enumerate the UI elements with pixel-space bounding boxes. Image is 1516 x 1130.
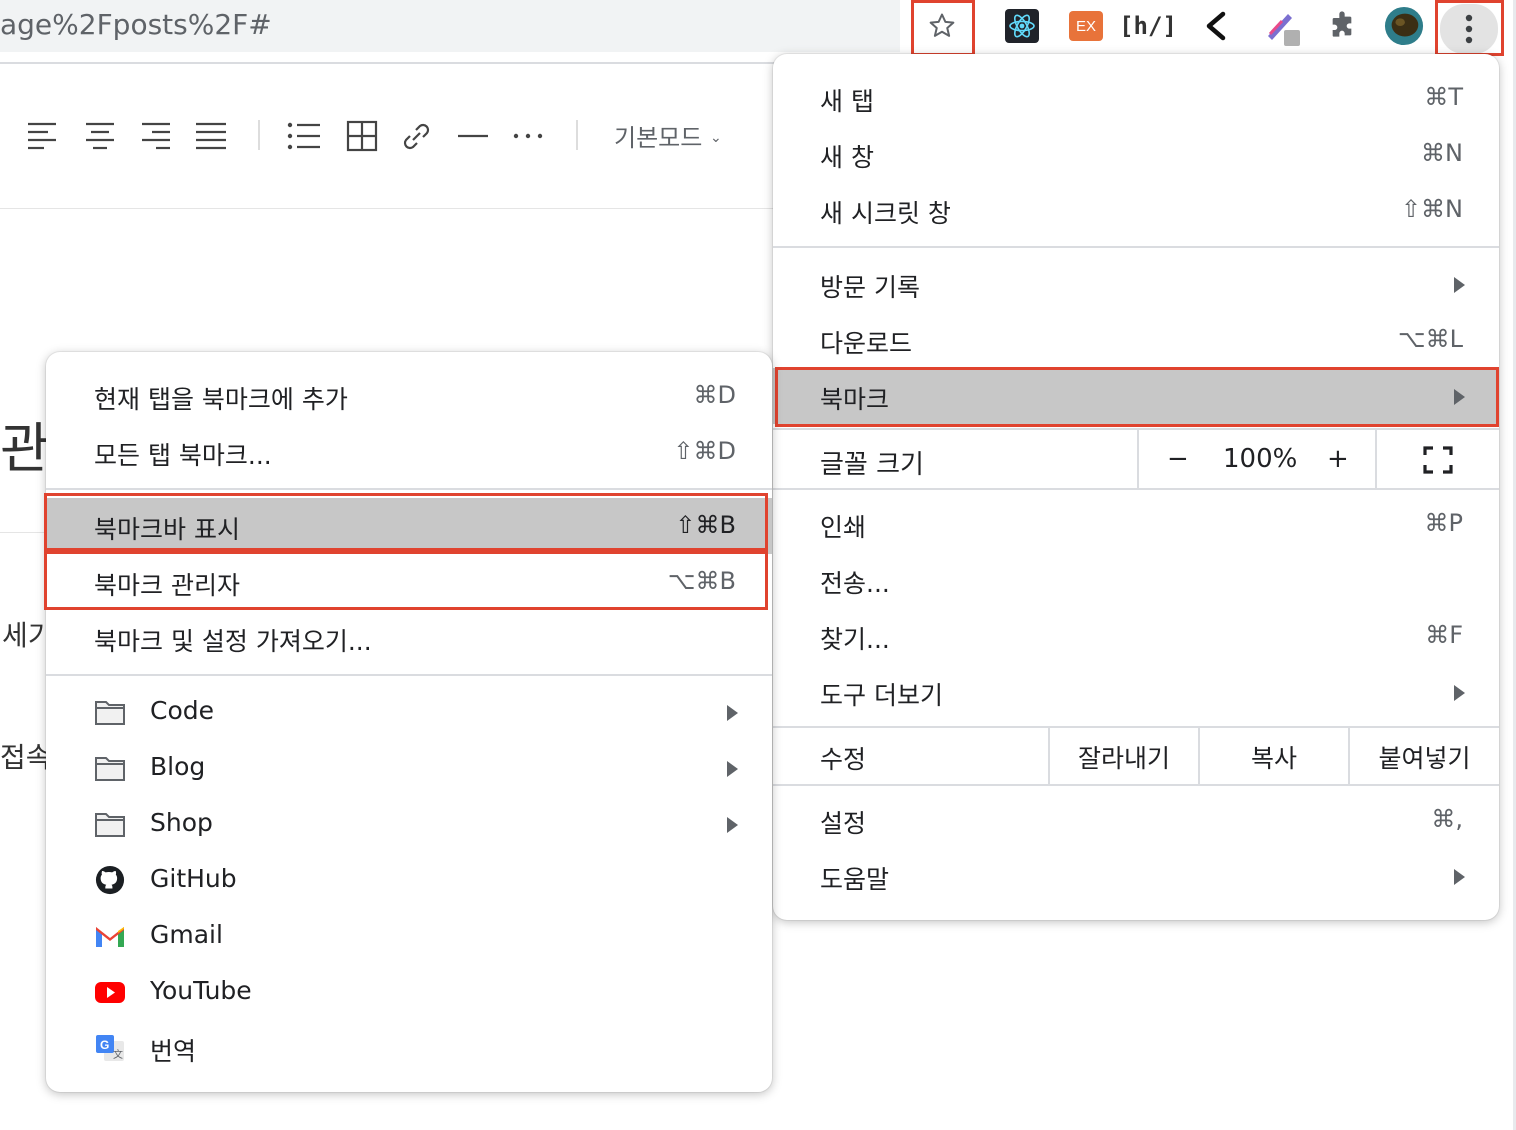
- table-icon[interactable]: [344, 118, 384, 154]
- menu-separator: [773, 784, 1499, 786]
- editor-divider: [0, 208, 775, 209]
- link-icon[interactable]: [398, 118, 438, 154]
- folder-icon: [95, 813, 125, 837]
- menu-item-bookmark-all-tabs[interactable]: 모든 탭 북마크... ⇧⌘D: [46, 424, 772, 480]
- zoom-row: 글꼴 크기 − 100% +: [773, 430, 1499, 490]
- address-bar-url: age%2Fposts%2F#: [0, 8, 272, 41]
- annotation-box-show-bookmarks-bar: [44, 493, 768, 551]
- menu-separator: [46, 674, 772, 676]
- menu-item-bookmark-this-tab[interactable]: 현재 탭을 북마크에 추가 ⌘D: [46, 368, 772, 424]
- menu-item-new-window[interactable]: 새 창 ⌘N: [773, 126, 1499, 182]
- align-right-icon[interactable]: [138, 118, 178, 154]
- bookmarks-submenu: 현재 탭을 북마크에 추가 ⌘D 모든 탭 북마크... ⇧⌘D 북마크바 표시…: [46, 352, 772, 1092]
- annotation-box-menu: [1435, 0, 1504, 56]
- paste-button[interactable]: 붙여넣기: [1348, 728, 1499, 786]
- toolbar-separator: [258, 120, 260, 150]
- menu-item-settings[interactable]: 설정 ⌘,: [773, 792, 1499, 848]
- bullet-list-icon[interactable]: [286, 118, 326, 154]
- menu-item-new-incognito-window[interactable]: 새 시크릿 창 ⇧⌘N: [773, 182, 1499, 238]
- ex-extension-icon[interactable]: EX: [1066, 6, 1106, 46]
- github-icon: [95, 865, 125, 895]
- profile-avatar[interactable]: [1384, 6, 1424, 46]
- submenu-arrow-icon: [1454, 685, 1465, 701]
- toolbar-divider: [0, 62, 775, 64]
- content-text-fragment: 접속: [0, 741, 52, 774]
- menu-item-downloads[interactable]: 다운로드 ⌥⌘L: [773, 312, 1499, 368]
- bookmark-folder-blog[interactable]: Blog: [46, 740, 772, 796]
- menu-item-find[interactable]: 찾기... ⌘F: [773, 608, 1499, 664]
- gmail-icon: [96, 927, 124, 947]
- menu-item-import-bookmarks[interactable]: 북마크 및 설정 가져오기...: [46, 610, 772, 666]
- annotation-box-bookmark-manager: [44, 551, 768, 610]
- svg-text:G: G: [100, 1038, 109, 1052]
- browser-toolbar: age%2Fposts%2F# EX [h/]: [0, 0, 1516, 56]
- menu-item-more-tools[interactable]: 도구 더보기: [773, 664, 1499, 720]
- edit-label: 수정: [820, 745, 867, 774]
- edit-row: 수정 잘라내기 복사 붙여넣기: [773, 728, 1499, 786]
- editor-mode-select[interactable]: 기본모드 ⌄: [614, 118, 722, 153]
- svg-text:文: 文: [113, 1048, 123, 1061]
- chrome-main-menu: 새 탭 ⌘T 새 창 ⌘N 새 시크릿 창 ⇧⌘N 방문 기록 다운로드 ⌥⌘L…: [773, 54, 1499, 920]
- menu-separator: [773, 246, 1499, 248]
- bookmark-gmail[interactable]: Gmail: [46, 908, 772, 964]
- submenu-arrow-icon: [1454, 277, 1465, 293]
- menu-separator: [46, 488, 772, 490]
- content-heading-fragment: 관: [0, 417, 50, 480]
- fullscreen-button[interactable]: [1375, 430, 1499, 490]
- copy-button[interactable]: 복사: [1198, 728, 1348, 786]
- hashnode-extension-icon[interactable]: [h/]: [1119, 6, 1177, 46]
- bookmark-youtube[interactable]: YouTube: [46, 964, 772, 1020]
- extensions-puzzle-icon[interactable]: [1322, 6, 1362, 46]
- align-justify-icon[interactable]: [194, 118, 234, 154]
- submenu-arrow-icon: [727, 761, 738, 777]
- zoom-label: 글꼴 크기: [820, 450, 924, 480]
- annotation-box-bookmarks: [775, 367, 1499, 427]
- menu-item-cast[interactable]: 전송...: [773, 552, 1499, 608]
- color-picker-extension-icon[interactable]: [1262, 6, 1302, 46]
- address-bar[interactable]: age%2Fposts%2F#: [0, 0, 900, 52]
- back-arrow-extension-icon[interactable]: [1196, 6, 1236, 46]
- youtube-icon: [95, 982, 125, 1003]
- bookmark-github[interactable]: GitHub: [46, 852, 772, 908]
- fullscreen-icon: [1423, 446, 1453, 474]
- bookmark-google-translate[interactable]: G 文 번역: [46, 1020, 772, 1076]
- horizontal-rule-icon[interactable]: [454, 118, 494, 154]
- chevron-down-icon: ⌄: [709, 130, 722, 146]
- menu-separator: [773, 488, 1499, 490]
- zoom-out-button[interactable]: −: [1167, 444, 1189, 474]
- more-options-icon[interactable]: [510, 118, 550, 154]
- toolbar-separator: [576, 120, 578, 150]
- menu-item-new-tab[interactable]: 새 탭 ⌘T: [773, 70, 1499, 126]
- zoom-level: 100%: [1223, 444, 1298, 474]
- annotation-box-star: [911, 0, 975, 56]
- submenu-arrow-icon: [1454, 869, 1465, 885]
- google-translate-icon: G 文: [96, 1035, 124, 1061]
- folder-icon: [95, 701, 125, 725]
- content-divider: [0, 532, 46, 533]
- cut-button[interactable]: 잘라내기: [1048, 728, 1198, 786]
- react-devtools-icon[interactable]: [1002, 6, 1042, 46]
- folder-icon: [95, 757, 125, 781]
- editor-mode-label: 기본모드: [614, 124, 703, 152]
- zoom-controls: − 100% +: [1137, 430, 1375, 490]
- bookmark-folder-code[interactable]: Code: [46, 684, 772, 740]
- align-left-icon[interactable]: [26, 118, 66, 154]
- bookmark-folder-shop[interactable]: Shop: [46, 796, 772, 852]
- menu-item-print[interactable]: 인쇄 ⌘P: [773, 496, 1499, 552]
- align-center-icon[interactable]: [82, 118, 122, 154]
- submenu-arrow-icon: [727, 705, 738, 721]
- submenu-arrow-icon: [727, 817, 738, 833]
- zoom-in-button[interactable]: +: [1327, 444, 1349, 474]
- menu-item-history[interactable]: 방문 기록: [773, 256, 1499, 312]
- menu-item-help[interactable]: 도움말: [773, 848, 1499, 904]
